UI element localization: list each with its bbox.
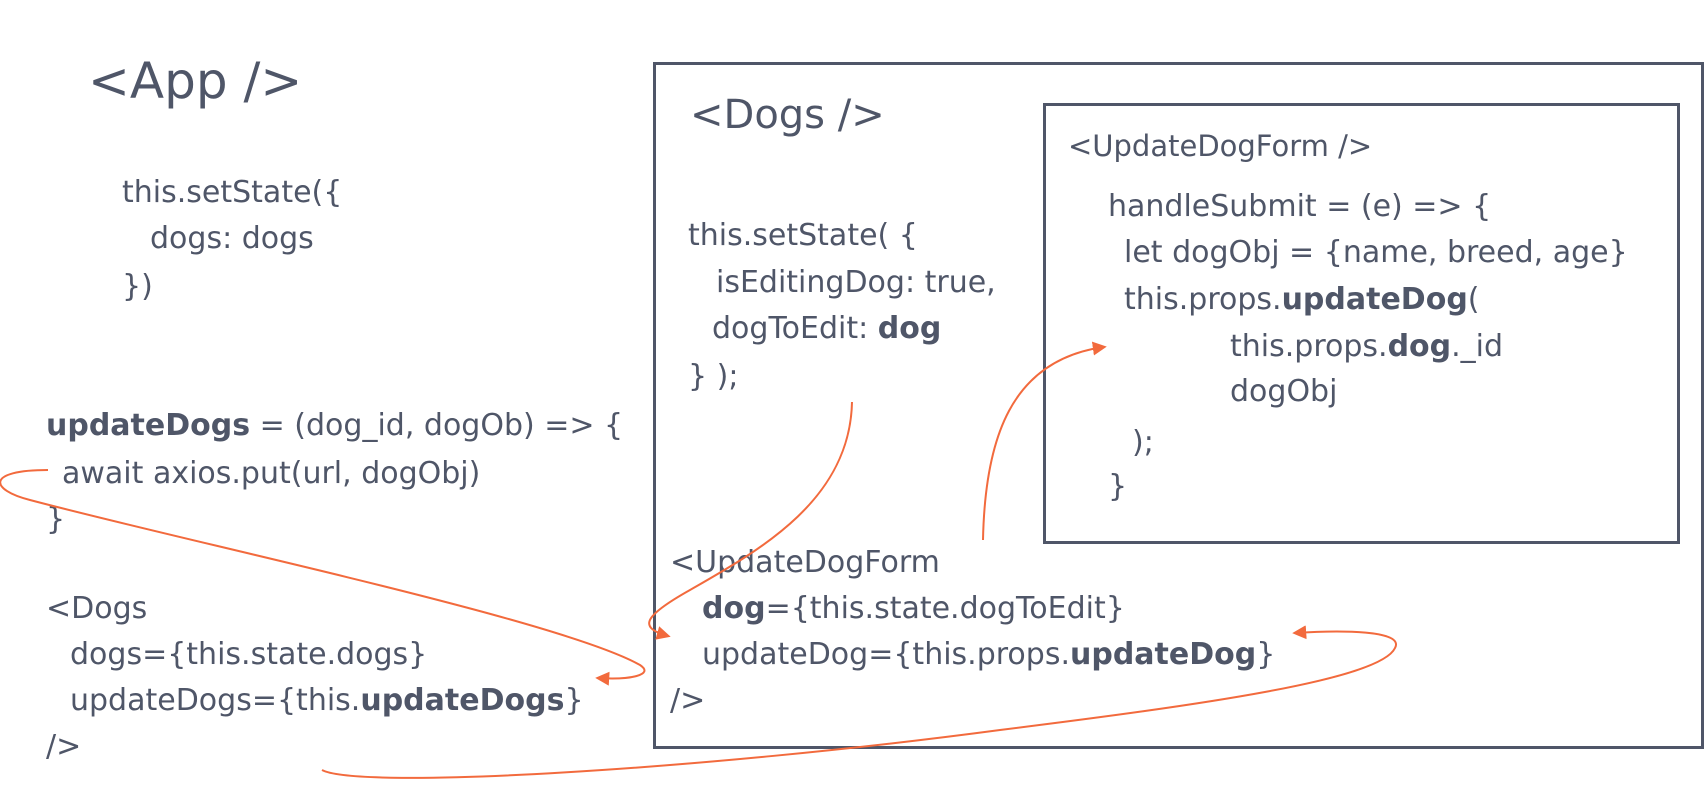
arrow-setstate-to-form-element: [648, 401, 853, 640]
arrow-await-to-updatedogs-prop: [0, 469, 646, 686]
arrow-lines: [0, 341, 1397, 779]
flow-arrows: [0, 341, 1397, 779]
arrow-updatedogs-to-updatedog-prop: [321, 625, 1397, 779]
arrow-form-element-to-update-call: [982, 341, 1107, 541]
